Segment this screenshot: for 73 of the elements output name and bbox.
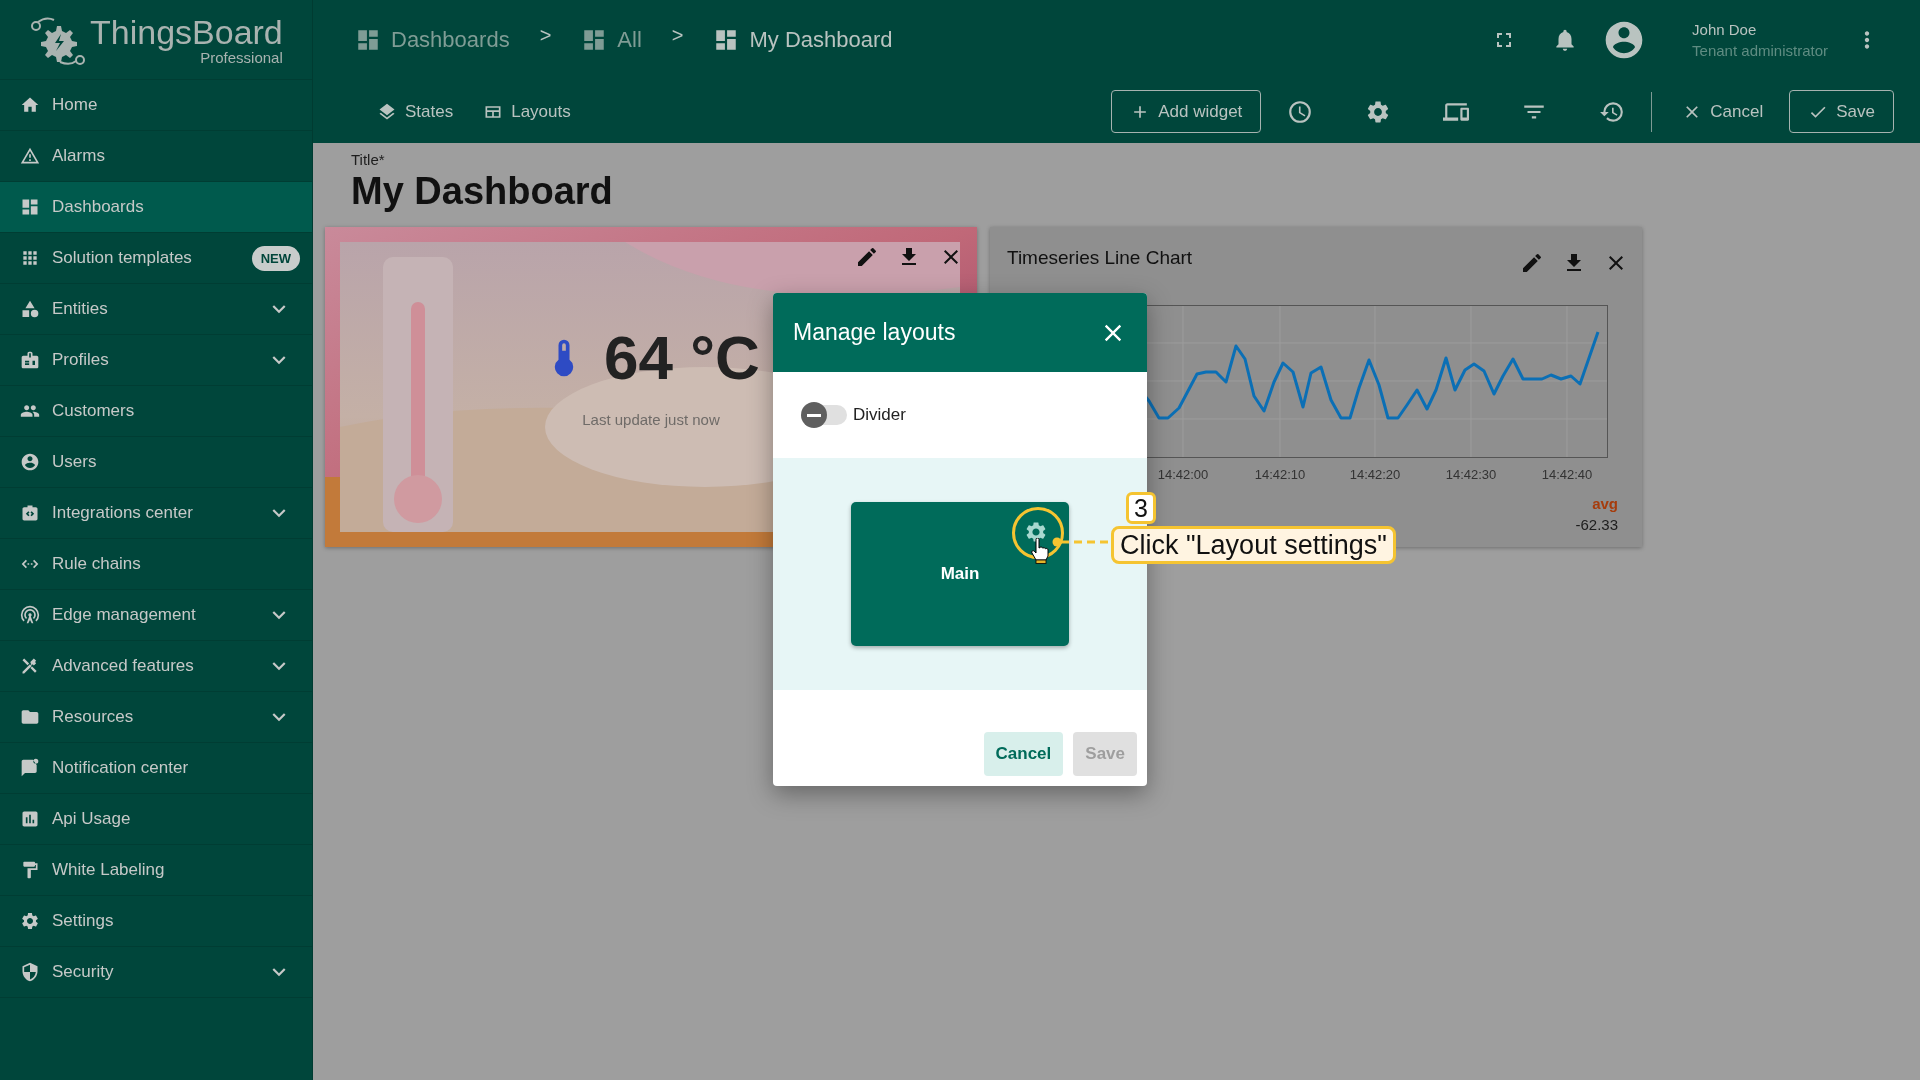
add-widget-button[interactable]: Add widget [1111,90,1262,133]
title-field[interactable]: My Dashboard [325,170,1908,213]
sidebar-item[interactable]: Rule chains [0,539,312,590]
divider-toggle[interactable] [803,405,847,425]
folder-icon [20,707,40,727]
user-role: Tenant administrator [1692,42,1828,59]
axis-label: 14:42:20 [1349,467,1401,482]
person-icon [20,452,40,472]
paint-roller-icon [20,860,40,880]
toolbar-tab[interactable]: States [377,101,454,122]
update-caption: Last update just now [582,411,720,428]
clock-icon[interactable] [1287,98,1314,125]
antenna-icon [20,605,40,625]
shield-icon [20,962,40,982]
axis-label: 14:42:00 [1157,467,1209,482]
dashboard-icon [355,27,381,53]
settings-icon[interactable] [1024,520,1048,544]
warning-icon [20,146,40,166]
edit-icon[interactable] [855,245,879,269]
legend-value: -62.33 [1575,516,1618,533]
dialog-button[interactable]: Cancel [983,732,1064,776]
dashboard-icon [20,197,40,217]
save-button[interactable]: Save [1789,90,1894,133]
sidebar-item[interactable]: Home [0,80,312,131]
breadcrumb-separator: > [671,23,684,47]
chat-icon [20,758,40,778]
edit-icon[interactable] [1520,251,1544,275]
breadcrumb[interactable]: Dashboards [355,27,510,53]
id-card-icon [20,350,40,370]
settings-icon [20,911,40,931]
step-number: 3 [1126,492,1156,524]
new-badge: NEW [251,245,300,271]
sidebar-item[interactable]: Advanced features [0,641,312,692]
sidebar-item[interactable]: Security [0,947,312,998]
logo-name: ThingsBoard [90,13,283,50]
sidebar-item[interactable]: Notification center [0,743,312,794]
sidebar-item[interactable]: Edge management [0,590,312,641]
axis-label: 14:42:40 [1541,467,1593,482]
code-box-icon [20,503,40,523]
hand-cursor-icon [1031,538,1049,564]
layout-card[interactable]: Main [851,502,1069,646]
toggle-label: Divider [853,405,906,425]
dialog-title: Manage layouts [793,319,957,346]
legend-label: avg [1592,495,1618,512]
sidebar-item[interactable]: Users [0,437,312,488]
sidebar-item[interactable]: Entities [0,284,312,335]
logo-edition: Professional [200,49,283,66]
sidebar-item[interactable]: Integrations center [0,488,312,539]
sidebar-item[interactable]: Api Usage [0,794,312,845]
value-text: 64 °C [604,322,760,393]
toolbar-tab[interactable]: Layouts [483,101,571,122]
sidebar-item[interactable]: Solution templates NEW [0,233,312,284]
axis-label: 14:42:10 [1254,467,1306,482]
grid-icon [20,248,40,268]
breadcrumb[interactable]: My Dashboard [713,27,893,53]
sidebar-item[interactable]: Resources [0,692,312,743]
cancel-button[interactable]: Cancel [1662,101,1784,122]
sidebar-item[interactable]: Profiles [0,335,312,386]
field-label: Title* [350,151,386,168]
breadcrumb[interactable]: All [581,27,642,53]
sidebar-item[interactable]: Settings [0,896,312,947]
breadcrumb-separator: > [539,23,552,47]
sidebar-item[interactable]: White Labeling [0,845,312,896]
axis-label: 14:42:30 [1445,467,1497,482]
sidebar-item[interactable]: Dashboards [0,182,312,233]
widget-title: Timeseries Line Chart [1007,247,1193,269]
user-name: John Doe [1692,21,1758,38]
shapes-icon [20,299,40,319]
home-icon [20,95,40,115]
layers-icon [377,101,397,122]
instruction-callout: Click "Layout settings" [1111,526,1396,564]
bar-chart-icon [20,809,40,829]
sidebar-item[interactable]: Customers [0,386,312,437]
